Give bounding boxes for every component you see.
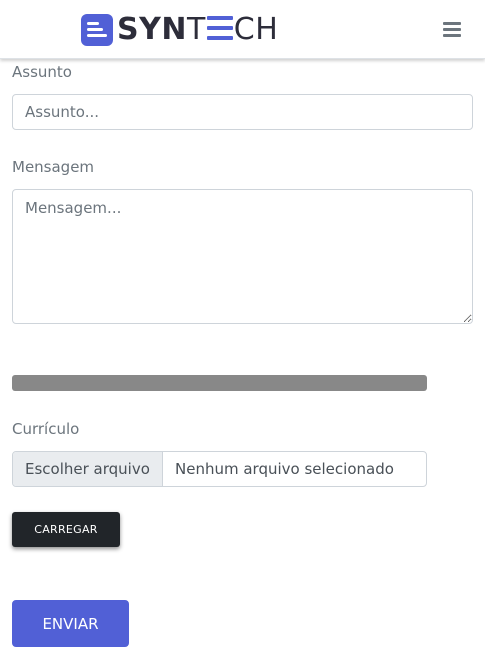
upload-progress-bar	[12, 375, 427, 391]
resume-label: Currículo	[12, 420, 80, 438]
message-label: Mensagem	[12, 158, 95, 176]
logo-e-icon	[206, 16, 233, 40]
bars-icon[interactable]	[443, 22, 461, 38]
file-status-text: Nenhum arquivo selecionado	[175, 460, 394, 478]
syntech-logo[interactable]: SYNT CH	[81, 13, 278, 47]
message-textarea[interactable]	[12, 189, 473, 324]
subject-label: Assunto	[12, 63, 72, 81]
logo-text-t: T	[186, 12, 206, 47]
site-header: SYNT CH	[0, 0, 485, 59]
logo-wordmark: SYNT CH	[117, 13, 278, 47]
upload-button[interactable]: CARREGAR	[12, 512, 120, 547]
submit-button[interactable]: ENVIAR	[12, 600, 129, 647]
logo-mark-icon	[81, 14, 113, 46]
resume-file-input[interactable]: Escolher arquivo Nenhum arquivo selecion…	[12, 451, 427, 487]
logo-text-syn: SYN	[117, 12, 187, 47]
choose-file-button[interactable]: Escolher arquivo	[13, 452, 163, 486]
subject-input[interactable]	[12, 94, 473, 130]
logo-text-ch: CH	[233, 12, 279, 47]
